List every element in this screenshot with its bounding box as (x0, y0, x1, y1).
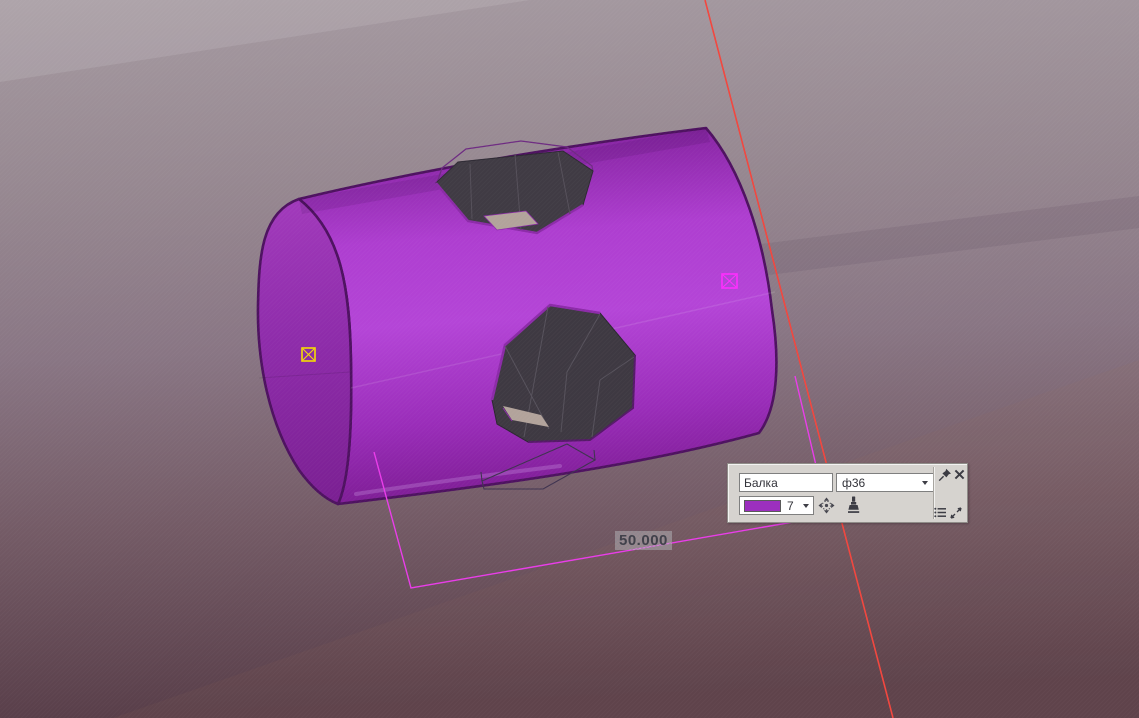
color-swatch (744, 499, 781, 512)
color-combo[interactable]: 7 (739, 496, 814, 515)
options-list-icon[interactable] (934, 507, 947, 518)
collapse-diagonal-icon[interactable] (950, 507, 962, 519)
close-icon[interactable] (954, 469, 965, 480)
object-name-input[interactable] (739, 473, 833, 492)
color-combo-value: 7 (787, 498, 794, 513)
chevron-down-icon (803, 503, 809, 508)
pushpin-icon[interactable] (938, 468, 952, 482)
viewport-3d[interactable] (0, 0, 1139, 718)
profile-combo[interactable]: ф36 (836, 473, 934, 492)
dimension-value-label[interactable]: 50.000 (615, 531, 672, 550)
application-viewport: { "viewport": { "type": "3d-model-view",… (0, 0, 1139, 718)
move-icon[interactable] (818, 497, 835, 514)
profile-combo-value: ф36 (842, 475, 866, 490)
mini-toolbar: ф36 7 (727, 463, 968, 523)
paintbrush-icon[interactable] (846, 496, 861, 514)
chevron-down-icon (922, 480, 928, 485)
